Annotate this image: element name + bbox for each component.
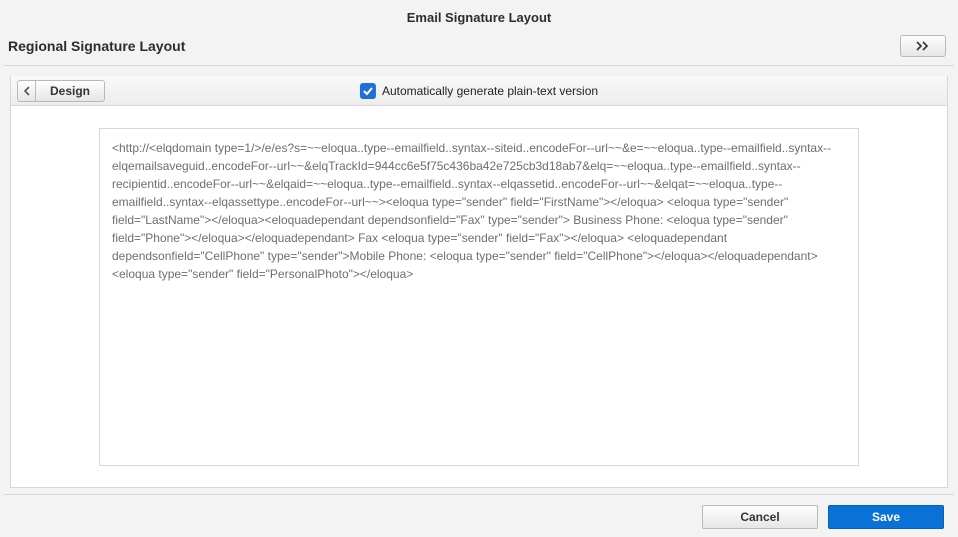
check-icon — [362, 85, 374, 97]
chevrons-right-icon — [916, 39, 930, 54]
save-button-label: Save — [872, 510, 900, 524]
footer-actions: Cancel Save — [4, 494, 954, 537]
save-button[interactable]: Save — [828, 505, 944, 529]
design-button[interactable]: Design — [35, 80, 105, 102]
page-title: Email Signature Layout — [4, 4, 954, 31]
auto-generate-label: Automatically generate plain-text versio… — [382, 84, 598, 98]
design-tab-group: Design — [17, 80, 105, 102]
cancel-button-label: Cancel — [740, 510, 779, 524]
editor-content-area: <http://<elqdomain type=1/>/e/es?s=~~elo… — [11, 106, 947, 487]
sub-header: Regional Signature Layout — [4, 31, 954, 66]
auto-generate-checkbox[interactable] — [360, 83, 376, 99]
source-textarea[interactable]: <http://<elqdomain type=1/>/e/es?s=~~elo… — [99, 128, 859, 466]
auto-generate-control: Automatically generate plain-text versio… — [360, 83, 598, 99]
cancel-button[interactable]: Cancel — [702, 505, 818, 529]
page-title-text: Email Signature Layout — [407, 10, 551, 25]
chevron-left-icon — [23, 86, 31, 96]
app-container: Email Signature Layout Regional Signatur… — [0, 0, 958, 537]
section-title: Regional Signature Layout — [8, 38, 185, 54]
design-back-button[interactable] — [17, 80, 35, 102]
expand-button[interactable] — [900, 35, 946, 57]
editor-toolbar: Design Automatically generate plain-text… — [11, 76, 947, 106]
design-button-label: Design — [50, 84, 90, 98]
editor-panel: Design Automatically generate plain-text… — [10, 76, 948, 488]
